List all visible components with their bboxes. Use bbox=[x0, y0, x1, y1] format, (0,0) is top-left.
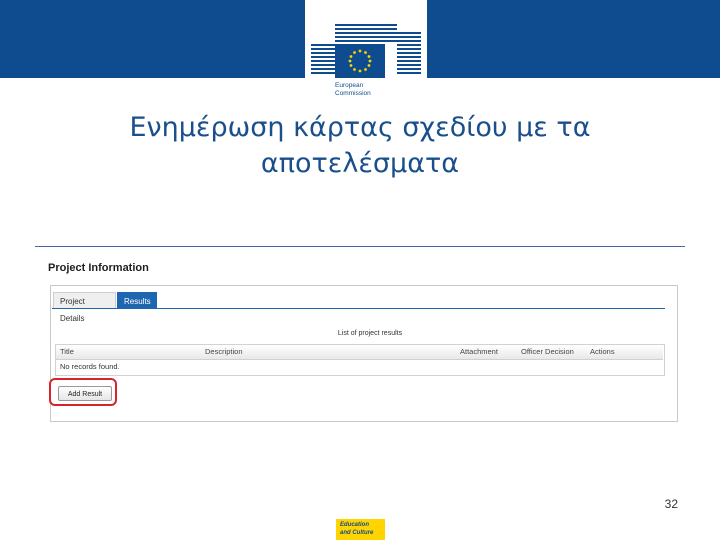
project-information-heading: Project Information bbox=[48, 262, 149, 274]
page-number: 32 bbox=[664, 497, 678, 511]
logo-caption-line1: European bbox=[335, 82, 364, 89]
education-culture-text: Education and Culture bbox=[340, 522, 384, 537]
highlight-box bbox=[49, 378, 117, 406]
results-list-title: List of project results bbox=[337, 330, 403, 337]
slide-title-line2: αποτελέσματα bbox=[260, 148, 460, 179]
column-header-officer-decision[interactable]: Officer Decision bbox=[521, 347, 574, 356]
tab-results[interactable]: Results bbox=[117, 292, 157, 309]
column-header-attachment[interactable]: Attachment bbox=[460, 347, 498, 356]
slide-title: Ενημέρωση κάρτας σχεδίου με τα αποτελέσμ… bbox=[60, 110, 660, 182]
logo-caption: European Commission bbox=[335, 82, 395, 97]
column-header-description[interactable]: Description bbox=[205, 347, 243, 356]
column-header-actions[interactable]: Actions bbox=[590, 347, 615, 356]
european-commission-logo bbox=[311, 24, 421, 78]
logo-caption-line2: Commission bbox=[335, 89, 371, 97]
badge-line1: Education bbox=[340, 522, 370, 528]
title-divider bbox=[35, 246, 685, 247]
column-header-title[interactable]: Title bbox=[60, 347, 74, 356]
badge-line2: and Culture bbox=[340, 529, 374, 536]
tab-project-details[interactable]: Project Details bbox=[53, 292, 116, 323]
empty-table-message: No records found. bbox=[60, 362, 120, 371]
tab-underline bbox=[52, 308, 665, 309]
slide-title-line1: Ενημέρωση κάρτας σχεδίου με τα bbox=[129, 112, 591, 143]
